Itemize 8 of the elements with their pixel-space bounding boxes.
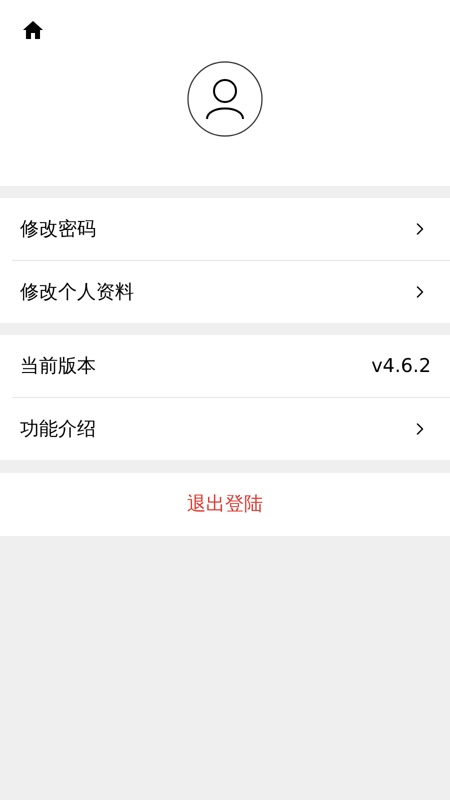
home-icon[interactable] [22, 20, 44, 40]
avatar-icon [187, 61, 263, 137]
menu-item[interactable]: 修改个人资料 [12, 261, 450, 323]
logout-button[interactable]: 退出登陆 [187, 490, 263, 519]
menu-item[interactable]: 修改密码 [12, 198, 450, 260]
version-value: v4.6.2 [371, 354, 431, 379]
version-label: 当前版本 [20, 354, 96, 379]
menu-item[interactable]: 功能介绍 [12, 398, 450, 460]
